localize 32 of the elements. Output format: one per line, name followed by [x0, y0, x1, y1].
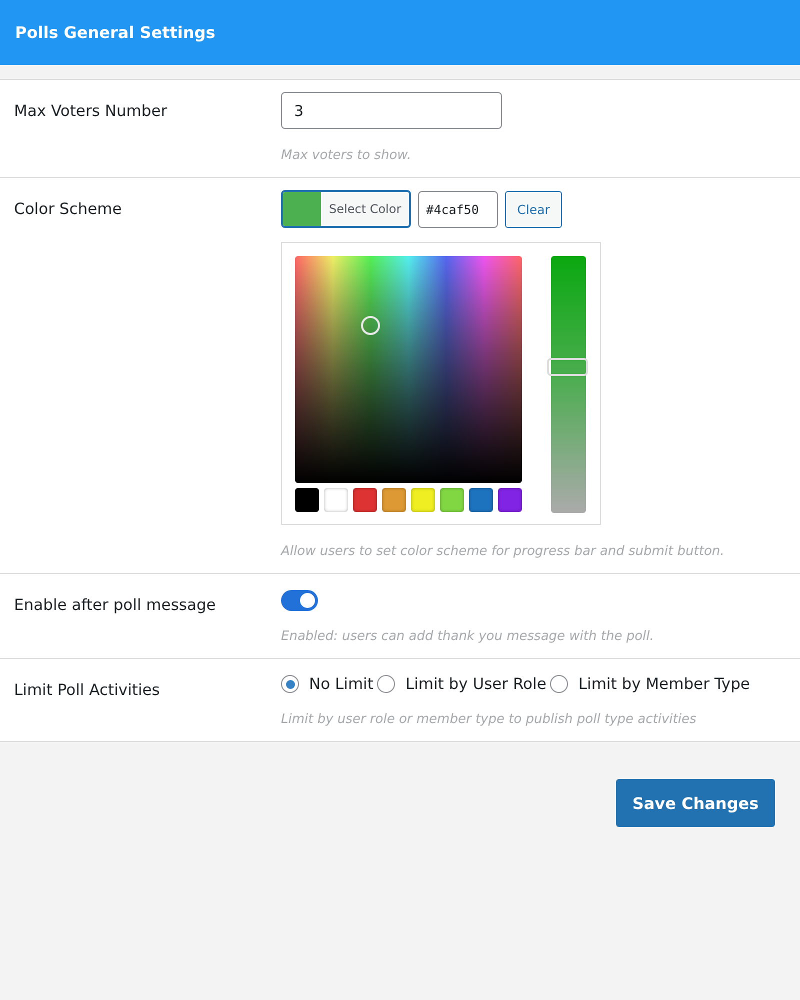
color-swatch[interactable]	[469, 488, 493, 512]
clear-button[interactable]: Clear	[505, 190, 562, 228]
page-title: Polls General Settings	[15, 23, 216, 42]
picker-handle[interactable]	[361, 316, 380, 335]
radio-button[interactable]	[550, 675, 568, 693]
color-swatch[interactable]	[411, 488, 435, 512]
setting-description: Allow users to set color scheme for progress bar and submit button.	[281, 544, 726, 559]
color-swatch[interactable]	[498, 488, 522, 512]
color-swatch[interactable]	[295, 488, 319, 512]
setting-description: Limit by user role or member type to publish poll type activities	[281, 712, 698, 727]
color-swatch[interactable]	[382, 488, 406, 512]
setting-label: Max Voters Number	[13, 101, 168, 122]
setting-label: Enable after poll message	[13, 595, 217, 616]
save-changes-button[interactable]: Save Changes	[616, 779, 775, 827]
setting-label: Color Scheme	[13, 199, 123, 220]
radio-button[interactable]	[377, 675, 396, 693]
slider-handle[interactable]	[547, 358, 588, 376]
setting-description: Enabled: users can add thank you message with the poll.	[281, 629, 655, 644]
color-swatch[interactable]	[324, 488, 348, 512]
toggle-switch[interactable]	[281, 590, 318, 611]
setting-label: Limit Poll Activities	[13, 680, 161, 701]
radio-label[interactable]: No Limit	[309, 675, 374, 693]
color-swatch[interactable]	[353, 488, 377, 512]
select-color-button[interactable]: Select Color	[281, 190, 412, 228]
radio-label[interactable]: Limit by Member Type	[578, 675, 750, 693]
hex-field[interactable]: #4caf50	[418, 190, 498, 228]
color-spectrum[interactable]	[295, 256, 522, 483]
number-field[interactable]: 3	[281, 92, 502, 129]
color-swatch[interactable]	[440, 488, 464, 512]
radio-button[interactable]	[281, 675, 299, 693]
setting-description: Max voters to show.	[281, 148, 412, 163]
radio-label[interactable]: Limit by User Role	[405, 675, 546, 693]
